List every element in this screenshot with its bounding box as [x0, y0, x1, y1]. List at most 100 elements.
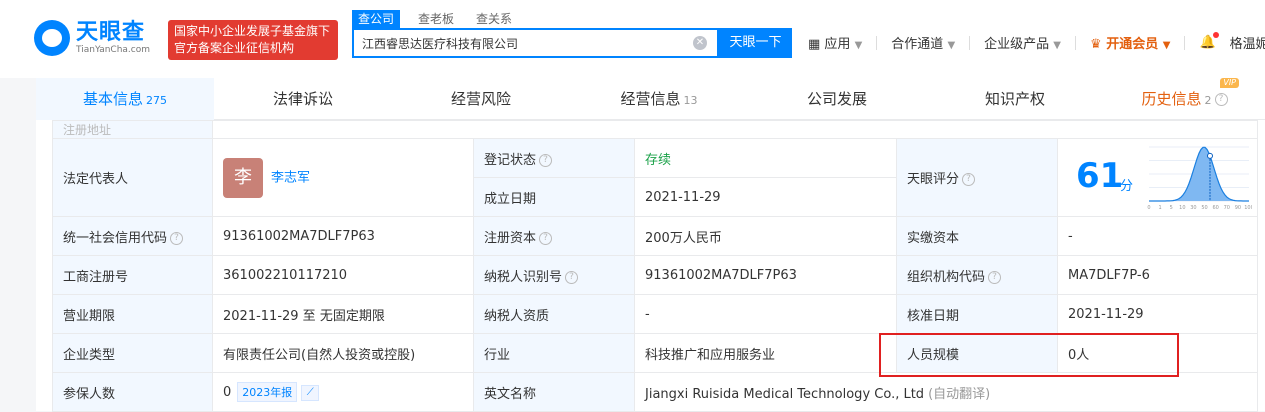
help-icon[interactable]: ?	[988, 270, 1002, 284]
vip-badge: VIP	[1220, 78, 1239, 88]
reg-no-label: 工商注册号	[52, 255, 213, 295]
logo-title: 天眼查	[76, 20, 146, 45]
tab-operations[interactable]: 经营信息 13	[570, 78, 748, 120]
official-slogan-badge[interactable]: 国家中小企业发展子基金旗下 官方备案企业征信机构	[168, 20, 338, 60]
score-label-cell: 天眼评分?	[896, 138, 1058, 217]
nav-vip-label: 开通会员	[1106, 37, 1159, 52]
notification-dot	[1212, 32, 1219, 38]
top-nav: ▦ 应用 ▼ 合作通道 ▼ 企业级产品 ▼ ♛ 开通会员 ▼ 🔔 格温妮...	[808, 32, 1265, 52]
taxpayer-qual-value: -	[634, 294, 897, 334]
annual-report-year-button[interactable]: 2023年报	[237, 382, 298, 402]
reg-capital-value: 200万人民币	[634, 216, 897, 256]
taxpayer-id-value: 91361002MA7DLF7P63	[634, 255, 897, 295]
legal-rep-cell: 李李志军	[212, 138, 474, 217]
english-name-cell: Jiangxi Ruisida Medical Technology Co., …	[634, 372, 1258, 412]
tab-risk[interactable]: 经营风险	[392, 78, 570, 120]
insured-cell: 0 2023年报 ⟋	[212, 372, 474, 412]
trend-chart-icon[interactable]: ⟋	[301, 384, 320, 401]
tab-label: 经营风险	[450, 90, 511, 108]
chart-tick-label: 0	[1147, 205, 1150, 211]
company-tabs: 基本信息 275 法律诉讼 经营风险 经营信息 13 公司发展 知识产权 VIP 历史…	[36, 78, 1265, 120]
paid-capital-label: 实缴资本	[896, 216, 1058, 256]
tab-ip[interactable]: 知识产权	[926, 78, 1104, 120]
search-tab-boss[interactable]: 查老板	[418, 10, 454, 28]
reg-capital-label: 注册资本	[484, 230, 537, 246]
tab-label: 知识产权	[984, 90, 1045, 108]
search-button[interactable]: 天眼一下	[719, 28, 792, 58]
nav-channel-label: 合作通道	[891, 37, 944, 52]
tab-label: 基本信息	[82, 90, 143, 108]
org-code-label: 组织机构代码	[907, 269, 986, 285]
table-row: 注册地址	[52, 120, 1258, 139]
credit-code-label-cell: 统一社会信用代码?	[52, 216, 213, 256]
reg-status-label: 登记状态	[484, 152, 537, 168]
chevron-down-icon: ▼	[947, 40, 956, 51]
search-tab-company[interactable]: 查公司	[352, 10, 401, 28]
nav-enterprise[interactable]: 企业级产品 ▼	[984, 33, 1061, 52]
logo-icon	[34, 20, 70, 56]
tab-legal[interactable]: 法律诉讼	[214, 78, 392, 120]
approval-date-value: 2021-11-29	[1057, 294, 1258, 334]
score-unit: 分	[1120, 179, 1134, 194]
avatar[interactable]: 李	[223, 157, 263, 198]
taxpayer-id-label: 纳税人识别号	[484, 269, 563, 285]
chevron-down-icon: ▼	[854, 40, 863, 51]
org-code-label-cell: 组织机构代码?	[896, 255, 1058, 295]
tab-label: 法律诉讼	[272, 90, 333, 108]
nav-vip[interactable]: ♛ 开通会员 ▼	[1090, 33, 1170, 52]
tianyancha-logo[interactable]: 天眼查 TianYanCha.com	[34, 20, 150, 56]
help-icon[interactable]: ?	[539, 231, 553, 245]
industry-value: 科技推广和应用服务业	[634, 333, 897, 373]
slogan-line-2: 官方备案企业征信机构	[174, 41, 295, 55]
clear-icon[interactable]: ✕	[693, 36, 707, 50]
approval-date-label: 核准日期	[896, 294, 1058, 334]
score-marker-point	[1207, 152, 1213, 159]
nav-apps[interactable]: ▦ 应用 ▼	[808, 33, 862, 52]
chart-tick-label: 70	[1224, 205, 1230, 211]
chart-tick-label: 90	[1235, 205, 1241, 211]
help-icon[interactable]: ?	[539, 153, 553, 167]
english-name-value: Jiangxi Ruisida Medical Technology Co., …	[645, 386, 925, 402]
est-date-label: 成立日期	[473, 177, 635, 217]
search-input[interactable]	[354, 30, 684, 56]
status-badge: 存续	[634, 138, 897, 178]
term-label: 营业期限	[52, 294, 213, 334]
table-row: 营业期限 2021-11-29 至 无固定期限 纳税人资质 - 核准日期 202…	[52, 294, 1258, 334]
help-icon[interactable]: ?	[170, 231, 184, 245]
chart-tick-label: 10	[1179, 205, 1185, 211]
tab-basic-info[interactable]: 基本信息 275	[36, 78, 214, 120]
score-label: 天眼评分	[907, 172, 960, 187]
clipped-label: 注册地址	[52, 120, 213, 139]
est-date-value: 2021-11-29	[634, 177, 897, 217]
help-icon[interactable]: ?	[565, 270, 579, 284]
score-cell[interactable]: 61 分 0 1 5 10 30 50 60 70 90100	[1057, 138, 1258, 217]
tab-history[interactable]: VIP 历史信息 2?	[1104, 78, 1265, 120]
reg-status-label-cell: 登记状态?	[473, 138, 635, 178]
english-name-label: 英文名称	[473, 372, 635, 412]
paid-capital-value: -	[1057, 216, 1258, 256]
search-tab-relation[interactable]: 查关系	[476, 10, 512, 28]
chart-tick-label: 50	[1201, 205, 1207, 211]
reg-capital-label-cell: 注册资本?	[473, 216, 635, 256]
credit-code-value: 91361002MA7DLF7P63	[212, 216, 474, 256]
top-header: 天眼查 TianYanCha.com 国家中小企业发展子基金旗下 官方备案企业征…	[0, 0, 1265, 78]
taxpayer-qual-label: 纳税人资质	[473, 294, 635, 334]
tab-label: 历史信息	[1141, 90, 1202, 108]
table-row: 法定代表人 李李志军 登记状态? 存续 天眼评分? 61 分 0 1 5 10 30 50…	[52, 138, 1258, 217]
insured-label: 参保人数	[52, 372, 213, 412]
legal-rep-link[interactable]: 李志军	[271, 170, 310, 185]
org-code-value: MA7DLF7P-6	[1057, 255, 1258, 295]
nav-channel[interactable]: 合作通道 ▼	[891, 33, 955, 52]
user-name[interactable]: 格温妮...	[1230, 33, 1265, 52]
search-type-tabs: 查公司 查老板 查关系	[352, 10, 534, 28]
bell-icon[interactable]: 🔔	[1199, 32, 1219, 50]
taxpayer-id-label-cell: 纳税人识别号?	[473, 255, 635, 295]
help-icon[interactable]: ?	[962, 173, 976, 186]
help-icon[interactable]: ?	[1214, 93, 1228, 106]
table-row: 统一社会信用代码? 91361002MA7DLF7P63 注册资本? 200万人…	[52, 216, 1258, 256]
chevron-down-icon: ▼	[1162, 40, 1171, 51]
tab-count: 275	[146, 94, 167, 107]
table-row: 工商注册号 361002210117210 纳税人识别号? 91361002MA…	[52, 255, 1258, 295]
tab-development[interactable]: 公司发展	[748, 78, 926, 120]
tab-count: 13	[683, 94, 698, 107]
